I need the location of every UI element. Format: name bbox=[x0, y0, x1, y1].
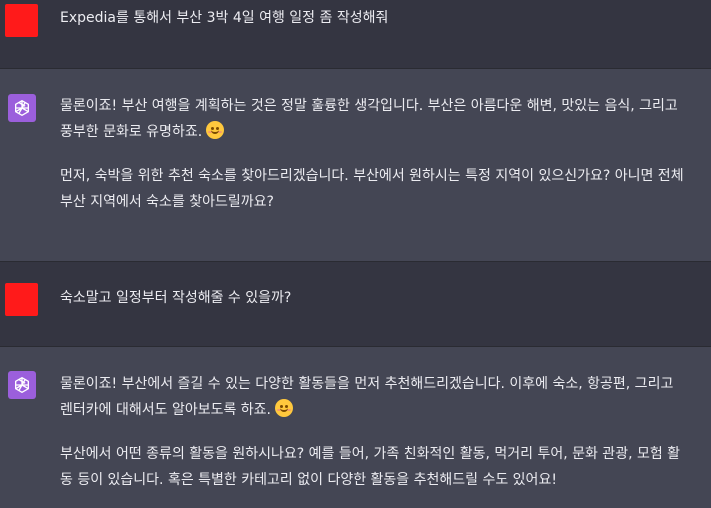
message-text: 물론이죠! 부산에서 즐길 수 있는 다양한 활동들을 먼저 추천해드리겠습니다… bbox=[60, 371, 711, 493]
smiling-face-emoji bbox=[275, 399, 293, 417]
message-line: 동 등이 있습니다. 혹은 특별한 카테고리 없이 다양한 활동을 추천해드릴 … bbox=[60, 472, 557, 488]
assistant-message: 물론이죠! 부산에서 즐길 수 있는 다양한 활동들을 먼저 추천해드리겠습니다… bbox=[0, 347, 711, 508]
user-message: 숙소말고 일정부터 작성해줄 수 있을까? bbox=[0, 262, 711, 347]
openai-logo-icon bbox=[15, 100, 30, 117]
message-line: 먼저, 숙박을 위한 추천 숙소를 찾아드리겠습니다. 부산에서 원하시는 특정… bbox=[60, 168, 684, 184]
message-text: 숙소말고 일정부터 작성해줄 수 있을까? bbox=[60, 285, 711, 311]
user-message: Expedia를 통해서 부산 3박 4일 여행 일정 좀 작성해줘 bbox=[0, 0, 711, 69]
chat-thread: Expedia를 통해서 부산 3박 4일 여행 일정 좀 작성해줘 물론이죠!… bbox=[0, 0, 711, 508]
message-line: 렌터카에 대해서도 알아보도록 하죠. bbox=[60, 402, 271, 418]
user-avatar bbox=[5, 4, 38, 37]
message-line: 물론이죠! 부산 여행을 계획하는 것은 정말 훌륭한 생각입니다. 부산은 아… bbox=[60, 98, 678, 114]
openai-logo-icon bbox=[15, 377, 30, 393]
message-text: 물론이죠! 부산 여행을 계획하는 것은 정말 훌륭한 생각입니다. 부산은 아… bbox=[60, 93, 711, 215]
assistant-avatar bbox=[8, 371, 36, 399]
assistant-avatar bbox=[8, 94, 36, 122]
message-paragraph: 부산에서 어떤 종류의 활동을 원하시나요? 예를 들어, 가족 친화적인 활동… bbox=[60, 441, 711, 493]
message-line: 부산 지역에서 숙소를 찾아드릴까요? bbox=[60, 194, 274, 210]
message-paragraph: 숙소말고 일정부터 작성해줄 수 있을까? bbox=[60, 290, 292, 306]
message-paragraph: 물론이죠! 부산에서 즐길 수 있는 다양한 활동들을 먼저 추천해드리겠습니다… bbox=[60, 371, 711, 423]
message-paragraph: Expedia를 통해서 부산 3박 4일 여행 일정 좀 작성해줘 bbox=[60, 10, 389, 26]
message-line: 물론이죠! 부산에서 즐길 수 있는 다양한 활동들을 먼저 추천해드리겠습니다… bbox=[60, 376, 674, 392]
message-paragraph: 물론이죠! 부산 여행을 계획하는 것은 정말 훌륭한 생각입니다. 부산은 아… bbox=[60, 93, 711, 145]
assistant-message: 물론이죠! 부산 여행을 계획하는 것은 정말 훌륭한 생각입니다. 부산은 아… bbox=[0, 69, 711, 262]
message-text: Expedia를 통해서 부산 3박 4일 여행 일정 좀 작성해줘 bbox=[60, 5, 711, 31]
user-avatar bbox=[5, 283, 38, 316]
message-line: 풍부한 문화로 유명하죠. bbox=[60, 124, 203, 140]
message-paragraph: 먼저, 숙박을 위한 추천 숙소를 찾아드리겠습니다. 부산에서 원하시는 특정… bbox=[60, 163, 711, 215]
smiling-face-emoji bbox=[206, 121, 225, 139]
message-line: 부산에서 어떤 종류의 활동을 원하시나요? 예를 들어, 가족 친화적인 활동… bbox=[60, 446, 681, 462]
